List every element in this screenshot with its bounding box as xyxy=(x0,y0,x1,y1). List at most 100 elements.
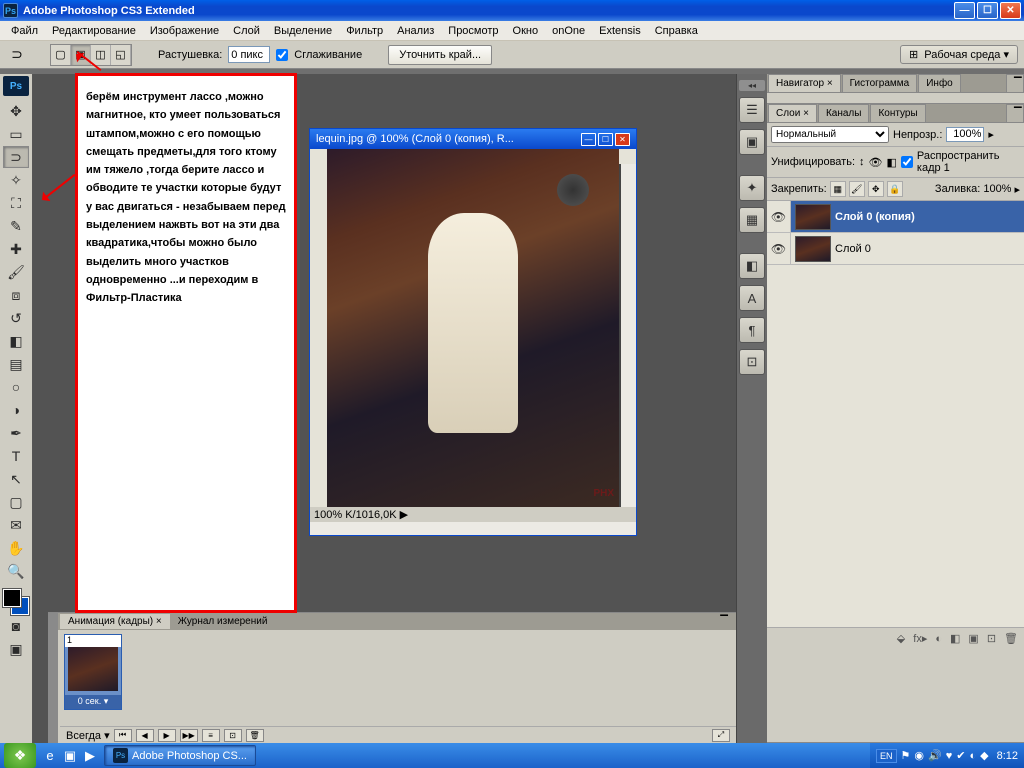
quicklaunch-media-icon[interactable]: ▶ xyxy=(80,746,100,766)
foreground-color[interactable] xyxy=(3,589,21,607)
unify-visibility-icon[interactable]: 👁 xyxy=(869,156,883,169)
anim-play[interactable]: ▶ xyxy=(158,729,176,742)
menu-layer[interactable]: Слой xyxy=(226,23,267,39)
menu-file[interactable]: Файл xyxy=(4,23,45,39)
tab-measurement-log[interactable]: Журнал измерений xyxy=(170,614,276,629)
crop-tool[interactable]: ⛶ xyxy=(3,192,29,214)
layers-panel-menu[interactable]: ▔ xyxy=(1006,104,1024,122)
document-scrollbar-horizontal[interactable] xyxy=(310,522,636,535)
tray-clock[interactable]: 8:12 xyxy=(997,750,1018,762)
document-title-bar[interactable]: lequin.jpg @ 100% (Слой 0 (копия), R... … xyxy=(310,129,636,149)
tab-animation-frames[interactable]: Анимация (кадры) × xyxy=(60,614,170,629)
eraser-tool[interactable]: ◧ xyxy=(3,330,29,352)
propagate-frame-checkbox[interactable] xyxy=(901,156,913,168)
current-tool-icon[interactable]: ⊃ xyxy=(6,46,28,64)
dock-toggle-top[interactable]: ◂◂ xyxy=(739,80,765,91)
document-scrollbar-vertical[interactable] xyxy=(621,164,636,522)
tab-navigator[interactable]: Навигатор × xyxy=(768,74,841,92)
layer-visibility-icon[interactable]: 👁 xyxy=(767,201,791,232)
tab-histogram[interactable]: Гистограмма xyxy=(842,74,918,92)
blur-tool[interactable]: ○ xyxy=(3,376,29,398)
anim-first-frame[interactable]: ⏮ xyxy=(114,729,132,742)
dock-icon-layer-comps[interactable]: ⊡ xyxy=(739,349,765,375)
lock-all-icon[interactable]: 🔒 xyxy=(887,181,903,197)
type-tool[interactable]: T xyxy=(3,445,29,467)
anim-prev-frame[interactable]: ◀ xyxy=(136,729,154,742)
marquee-tool[interactable]: ▭ xyxy=(3,123,29,145)
clone-stamp-tool[interactable]: ⧈ xyxy=(3,284,29,306)
antialias-checkbox[interactable] xyxy=(276,49,288,61)
tab-layers[interactable]: Слои × xyxy=(768,104,817,122)
doc-minimize-button[interactable]: — xyxy=(581,133,596,146)
tray-icon[interactable]: ◐ xyxy=(969,750,976,762)
quicklaunch-desktop-icon[interactable]: ▣ xyxy=(60,746,80,766)
ruler-vertical[interactable] xyxy=(310,149,327,522)
document-window[interactable]: lequin.jpg @ 100% (Слой 0 (копия), R... … xyxy=(309,128,637,536)
frame-delay[interactable]: 0 сек. ▾ xyxy=(65,695,121,709)
lock-position-icon[interactable]: ✥ xyxy=(868,181,884,197)
eyedropper-tool[interactable]: ✎ xyxy=(3,215,29,237)
start-button[interactable]: ❖ xyxy=(4,743,36,768)
path-selection-tool[interactable]: ↖ xyxy=(3,468,29,490)
workspace-switcher[interactable]: ⊞Рабочая среда ▾ xyxy=(900,45,1018,64)
layer-name[interactable]: Слой 0 xyxy=(835,243,871,255)
menu-window[interactable]: Окно xyxy=(506,23,546,39)
loop-selector[interactable]: Всегда ▾ xyxy=(66,729,110,742)
tray-icon[interactable]: ◆ xyxy=(980,749,988,762)
pen-tool[interactable]: ✒ xyxy=(3,422,29,444)
brush-tool[interactable]: 🖌 xyxy=(3,261,29,283)
notes-tool[interactable]: ✉ xyxy=(3,514,29,536)
dock-icon-swatches[interactable]: ▦ xyxy=(739,207,765,233)
refine-edge-button[interactable]: Уточнить край... xyxy=(388,45,492,65)
animation-dock-grip[interactable] xyxy=(48,613,58,743)
delete-layer-icon[interactable]: 🗑 xyxy=(1004,632,1018,645)
layer-mask-icon[interactable]: ◐ xyxy=(935,633,942,645)
maximize-button[interactable]: ☐ xyxy=(977,2,998,19)
taskbar-app-photoshop[interactable]: Ps Adobe Photoshop CS... xyxy=(104,745,256,766)
layer-thumbnail[interactable] xyxy=(795,236,831,262)
tray-icon[interactable]: ♥ xyxy=(946,750,953,762)
blend-mode-select[interactable]: Нормальный xyxy=(771,126,889,143)
screen-mode-toggle[interactable]: ▣ xyxy=(3,638,29,660)
tab-paths[interactable]: Контуры xyxy=(870,104,925,122)
layer-row[interactable]: 👁 Слой 0 xyxy=(767,233,1024,265)
doc-close-button[interactable]: ✕ xyxy=(615,133,630,146)
dock-icon-clone[interactable]: ▣ xyxy=(739,129,765,155)
link-layers-icon[interactable]: ⬙ xyxy=(897,632,905,645)
selection-intersect[interactable]: ◱ xyxy=(111,45,131,65)
dock-icon-color[interactable]: ◧ xyxy=(739,253,765,279)
menu-view[interactable]: Просмотр xyxy=(441,23,505,39)
history-brush-tool[interactable]: ↺ xyxy=(3,307,29,329)
language-indicator[interactable]: EN xyxy=(876,749,897,763)
menu-edit[interactable]: Редактирование xyxy=(45,23,143,39)
lock-pixels-icon[interactable]: 🖌 xyxy=(849,181,865,197)
gradient-tool[interactable]: ▤ xyxy=(3,353,29,375)
hand-tool[interactable]: ✋ xyxy=(3,537,29,559)
adjustment-layer-icon[interactable]: ◧ xyxy=(950,632,960,645)
quick-mask-toggle[interactable]: ◙ xyxy=(3,615,29,637)
quicklaunch-ie-icon[interactable]: e xyxy=(40,746,60,766)
lock-transparency-icon[interactable]: ▦ xyxy=(830,181,846,197)
new-layer-icon[interactable]: ⊡ xyxy=(987,632,996,645)
layer-name[interactable]: Слой 0 (копия) xyxy=(835,211,915,223)
shape-tool[interactable]: ▢ xyxy=(3,491,29,513)
menu-onone[interactable]: onOne xyxy=(545,23,592,39)
menu-image[interactable]: Изображение xyxy=(143,23,226,39)
tab-info[interactable]: Инфо xyxy=(918,74,961,92)
anim-tween[interactable]: ≡ xyxy=(202,729,220,742)
dock-icon-character[interactable]: A xyxy=(739,285,765,311)
tab-channels[interactable]: Каналы xyxy=(818,104,870,122)
menu-filter[interactable]: Фильтр xyxy=(339,23,390,39)
navigator-panel-menu[interactable]: ▔ xyxy=(1006,74,1024,92)
menu-analysis[interactable]: Анализ xyxy=(390,23,441,39)
close-button[interactable]: ✕ xyxy=(1000,2,1021,19)
layer-group-icon[interactable]: ▣ xyxy=(968,632,978,645)
menu-select[interactable]: Выделение xyxy=(267,23,339,39)
fill-value[interactable]: 100% xyxy=(983,183,1011,195)
animation-frame-1[interactable]: 1 0 сек. ▾ xyxy=(64,634,122,710)
animation-panel-menu[interactable]: ▔ xyxy=(712,614,736,629)
magic-wand-tool[interactable]: ✧ xyxy=(3,169,29,191)
menu-extensis[interactable]: Extensis xyxy=(592,23,648,39)
layer-fx-icon[interactable]: fx▸ xyxy=(913,632,927,645)
anim-convert-timeline[interactable]: ⤢ xyxy=(712,729,730,742)
